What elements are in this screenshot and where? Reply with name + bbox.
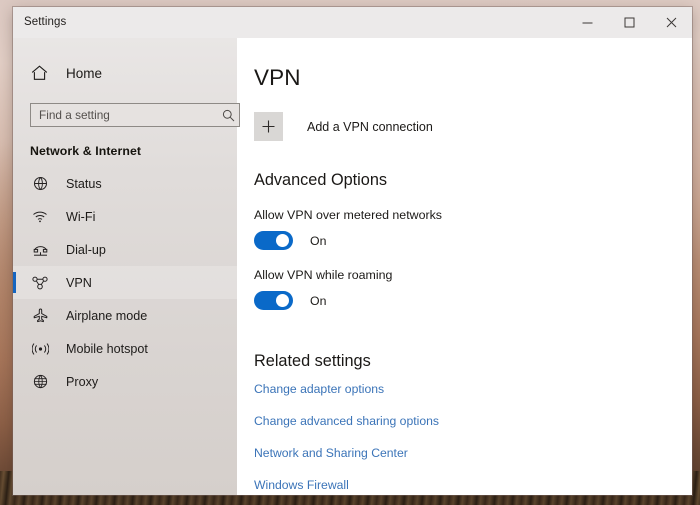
sidebar-item-vpn[interactable]: VPN [13,266,237,299]
link-change-adapter-options[interactable]: Change adapter options [254,382,384,396]
minimize-button[interactable] [566,7,608,38]
related-settings-heading: Related settings [254,352,371,370]
settings-sidebar: Home Network & Internet [13,38,240,495]
sidebar-item-label: Proxy [66,374,99,389]
telephone-icon [30,241,50,259]
minimize-icon [582,22,592,24]
sidebar-item-label: Dial-up [66,242,106,257]
page-title: VPN [254,65,301,90]
link-windows-firewall[interactable]: Windows Firewall [254,478,349,492]
sidebar-item-label: Mobile hotspot [66,341,148,356]
window-title: Settings [24,16,67,28]
toggle-knob [276,294,289,307]
settings-window: Settings Home Find a setting Network & I… [13,7,692,495]
sidebar-item-wifi[interactable]: Wi-Fi [13,200,237,233]
advanced-options-heading: Advanced Options [254,171,388,189]
sidebar-item-mobile-hotspot[interactable]: Mobile hotspot [13,332,237,365]
link-network-and-sharing-center[interactable]: Network and Sharing Center [254,446,408,460]
toggle-state-label: On [310,233,327,248]
option-toggle-row: On [254,291,692,310]
sidebar-category-title: Network & Internet [30,144,142,158]
window-titlebar[interactable]: Settings [13,7,692,38]
option-metered-networks: Allow VPN over metered networks On [254,208,692,250]
sidebar-item-proxy[interactable]: Proxy [13,365,237,398]
option-label: Allow VPN over metered networks [254,208,442,222]
wifi-icon [30,208,50,226]
airplane-icon [30,307,50,325]
search-box[interactable] [30,103,240,127]
maximize-button[interactable] [608,7,650,38]
titlebar-drag-area[interactable] [66,7,566,38]
sidebar-nav-list: Status Wi-Fi Dial-up VPN Airplane mode M… [13,167,237,398]
hotspot-icon [30,340,50,358]
option-label: Allow VPN while roaming [254,268,393,282]
maximize-icon [624,17,634,28]
sidebar-item-home[interactable]: Home [13,56,237,90]
link-change-advanced-sharing-options[interactable]: Change advanced sharing options [254,414,439,428]
sidebar-item-status[interactable]: Status [13,167,237,200]
add-vpn-connection-button[interactable]: Add a VPN connection [254,112,433,141]
proxy-globe-icon [30,373,50,391]
settings-content-pane: VPN Add a VPN connection Advanced Option… [237,38,692,495]
sidebar-home-label: Home [66,65,103,81]
related-settings-links: Change adapter options Change advanced s… [254,382,692,492]
home-icon [30,64,49,83]
sidebar-item-label: Wi-Fi [66,209,96,224]
toggle-state-label: On [310,293,327,308]
globe-status-icon [30,175,50,193]
sidebar-item-dialup[interactable]: Dial-up [13,233,237,266]
toggle-allow-vpn-over-metered-networks[interactable] [254,231,293,250]
search-icon[interactable] [217,109,239,122]
window-controls [566,7,692,38]
close-button[interactable] [650,7,692,38]
sidebar-item-label: Airplane mode [66,308,148,323]
search-input[interactable] [31,104,217,126]
add-vpn-connection-label: Add a VPN connection [307,119,433,134]
sidebar-item-label: VPN [66,275,92,290]
plus-icon [254,112,283,141]
option-toggle-row: On [254,231,692,250]
toggle-knob [276,234,289,247]
close-icon [666,17,676,28]
window-body: Home Network & Internet [13,38,692,495]
sidebar-item-label: Status [66,176,102,191]
sidebar-item-airplane-mode[interactable]: Airplane mode [13,299,237,332]
toggle-allow-vpn-while-roaming[interactable] [254,291,293,310]
vpn-icon [30,274,50,292]
option-roaming: Allow VPN while roaming On [254,268,692,310]
